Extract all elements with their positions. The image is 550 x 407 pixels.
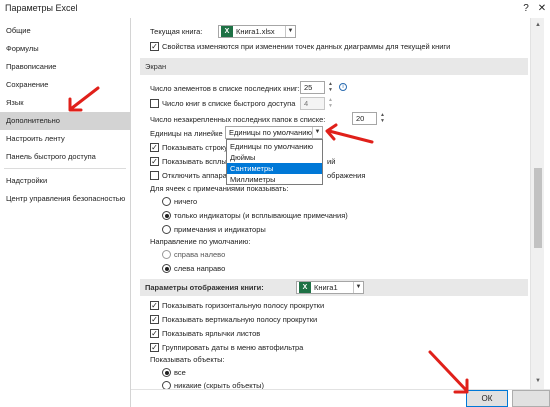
info-icon: i [339,83,347,91]
window-title: Параметры Excel [5,3,78,13]
recent-books-spinner[interactable]: ▲ ▼ [327,81,334,94]
sidebar-divider [4,168,126,169]
comments-both-label: примечания и индикаторы [174,225,266,234]
show-formula-bar-checkbox[interactable]: ✓ [150,143,159,152]
objects-all-radio[interactable] [162,368,171,377]
comments-indicators-label: только индикаторы (и всплывающие примеча… [174,211,348,220]
sidebar-item-addins[interactable]: Надстройки [0,172,130,190]
unpinned-folders-spinner[interactable]: ▲ ▼ [379,112,386,125]
cancel-button[interactable] [512,390,550,407]
show-formula-bar-label: Показывать строку [162,143,228,152]
direction-rtl-label: справа налево [174,250,226,259]
excel-file-icon: X [221,26,233,37]
ruler-units-label: Единицы на линейке [150,129,223,138]
ruler-units-value: Единицы по умолчанию [229,128,313,137]
show-objects-label: Показывать объекты: [150,355,225,364]
sidebar-item-general[interactable]: Общие [0,22,130,40]
group-dates-label: Группировать даты в меню автофильтра [162,343,304,352]
disable-hw-label: Отключить аппарат [162,171,231,180]
recent-books-value: 25 [304,83,313,92]
sidebar-item-advanced[interactable]: Дополнительно [0,112,130,130]
direction-label: Направление по умолчанию: [150,237,251,246]
sidebar-item-customize-ribbon[interactable]: Настроить ленту [0,130,130,148]
close-icon[interactable]: ✕ [535,2,549,16]
book-display-value: Книга1 [314,283,338,292]
sidebar-item-language[interactable]: Язык [0,94,130,112]
chevron-down-icon: ▼ [353,282,363,293]
quick-access-input[interactable]: 4 [300,97,325,110]
comments-indicators-radio[interactable] [162,211,171,220]
unpinned-folders-value: 20 [356,114,365,123]
current-book-label: Текущая книга: [150,27,203,36]
disable-hw-checkbox[interactable] [150,171,159,180]
quick-access-value: 4 [304,99,309,108]
direction-rtl-radio[interactable] [162,250,171,259]
vertical-scroll-label: Показывать вертикальную полосу прокрутки [162,315,318,324]
unpinned-folders-label: Число незакрепленных последних папок в с… [150,115,326,124]
quick-access-spinner[interactable]: ▲ ▼ [327,97,334,110]
recent-books-input[interactable]: 25 [300,81,325,94]
current-book-value: Книга1.xlsx [236,27,275,36]
book-display-select[interactable]: X Книга1 ▼ [296,281,364,294]
show-popup-label-suffix: ий [327,157,336,166]
quick-access-label: Число книг в списке быстрого доступа [162,99,296,108]
help-icon[interactable]: ? [519,2,533,16]
scroll-down-arrow[interactable]: ▼ [533,376,543,386]
sidebar-item-formulas[interactable]: Формулы [0,40,130,58]
ok-button[interactable]: ОК [466,390,508,407]
chart-props-label: Свойства изменяются при изменении точек … [162,42,451,51]
ruler-option-centimeters[interactable]: Сантиметры [227,163,322,174]
ruler-units-dropdown: Единицы по умолчанию Дюймы Сантиметры Ми… [226,139,323,185]
unpinned-folders-input[interactable]: 20 [352,112,377,125]
ruler-option-inches[interactable]: Дюймы [227,152,322,163]
recent-books-label: Число элементов в списке последних книг: [150,84,300,93]
quick-access-checkbox[interactable] [150,99,159,108]
content-scrollbar[interactable]: ▲ ▼ [530,18,544,389]
sidebar-item-proofing[interactable]: Правописание [0,58,130,76]
scroll-thumb[interactable] [534,168,542,248]
excel-file-icon: X [299,282,311,293]
direction-ltr-label: слева направо [174,264,226,273]
chevron-down-icon: ▼ [285,26,295,37]
disable-hw-label-suffix: ображения [327,171,366,180]
title-bar: Параметры Excel ? ✕ [0,0,550,18]
scroll-up-arrow[interactable]: ▲ [533,20,543,30]
sheet-tabs-label: Показывать ярлычки листов [162,329,261,338]
comments-both-radio[interactable] [162,225,171,234]
objects-all-label: все [174,368,186,377]
sidebar-item-quick-access-toolbar[interactable]: Панель быстрого доступа [0,148,130,166]
comments-none-label: ничего [174,197,198,206]
direction-ltr-radio[interactable] [162,264,171,273]
sidebar-item-save[interactable]: Сохранение [0,76,130,94]
show-popup-label: Показывать всплыв [162,157,231,166]
ruler-option-millimeters[interactable]: Миллиметры [227,174,322,185]
comments-none-radio[interactable] [162,197,171,206]
horizontal-scroll-checkbox[interactable]: ✓ [150,301,159,310]
ruler-units-select[interactable]: Единицы по умолчанию ▼ [225,126,323,139]
sidebar-item-trust-center[interactable]: Центр управления безопасностью [0,190,130,208]
group-dates-checkbox[interactable]: ✓ [150,343,159,352]
current-book-select[interactable]: X Книга1.xlsx ▼ [218,25,296,38]
vertical-scroll-checkbox[interactable]: ✓ [150,315,159,324]
sheet-tabs-checkbox[interactable]: ✓ [150,329,159,338]
show-popup-checkbox[interactable]: ✓ [150,157,159,166]
ruler-option-default[interactable]: Единицы по умолчанию [227,141,322,152]
chart-props-checkbox[interactable]: ✓ [150,42,159,51]
section-header-screen: Экран [140,58,528,75]
horizontal-scroll-label: Показывать горизонтальную полосу прокрут… [162,301,325,310]
chevron-down-icon: ▼ [312,127,322,138]
sidebar: Общие Формулы Правописание Сохранение Яз… [0,18,131,407]
